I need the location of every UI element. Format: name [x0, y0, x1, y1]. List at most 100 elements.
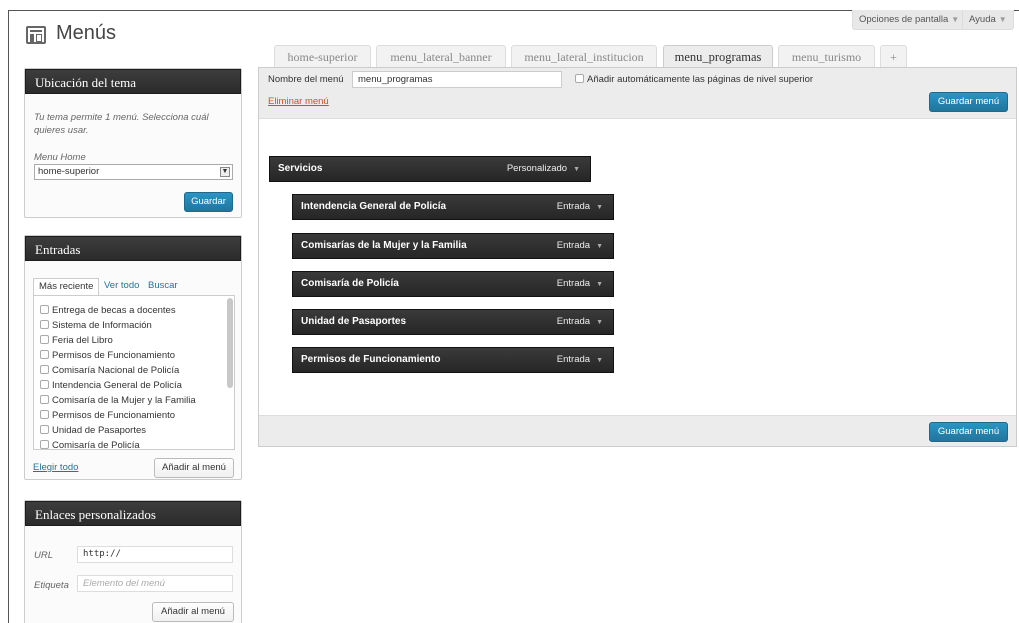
auto-add-checkbox[interactable]	[575, 74, 584, 83]
tab-menu-lateral-institucion[interactable]: menu_lateral_institucion	[511, 45, 657, 68]
menu-item-type-label: Entrada	[556, 240, 591, 251]
list-item-label: Sistema de Información	[52, 320, 152, 331]
menu-item-type-label: Entrada	[556, 354, 591, 365]
menu-item-type[interactable]: Entrada ▼	[557, 195, 603, 220]
checkbox[interactable]	[40, 380, 49, 389]
checkbox[interactable]	[40, 350, 49, 359]
menus-icon	[26, 26, 46, 44]
custom-links-title: Enlaces personalizados	[25, 501, 241, 526]
list-item-label: Comisaría de la Mujer y la Familia	[52, 395, 196, 406]
add-entries-button[interactable]: Añadir al menú	[154, 458, 234, 478]
menu-name-label: Nombre del menú	[268, 74, 344, 85]
list-item-label: Comisaría Nacional de Policía	[52, 365, 180, 376]
menu-item-title: Intendencia General de Policía	[301, 201, 447, 212]
menu-item-type-label: Entrada	[556, 316, 591, 327]
menu-item-type[interactable]: Entrada ▼	[557, 348, 603, 373]
save-location-button[interactable]: Guardar	[184, 192, 233, 212]
menu-name-input[interactable]: menu_programas	[352, 71, 562, 88]
menu-item-type-label: Personalizado	[506, 163, 568, 174]
list-item[interactable]: Sistema de Información	[40, 319, 152, 333]
tab-search[interactable]: Buscar	[143, 278, 183, 296]
chevron-down-icon: ▼	[596, 243, 603, 250]
menu-item-servicios[interactable]: Servicios Personalizado ▼	[269, 156, 591, 182]
menu-footer: Guardar menú	[259, 415, 1016, 446]
add-link-button[interactable]: Añadir al menú	[152, 602, 234, 622]
menu-item-title: Comisaría de Policía	[301, 278, 399, 289]
list-item[interactable]: Permisos de Funcionamiento	[40, 349, 175, 363]
auto-add-label: Añadir automáticamente las páginas de ni…	[587, 74, 814, 85]
list-item[interactable]: Entrega de becas a docentes	[40, 304, 176, 318]
url-input[interactable]: http://	[77, 546, 233, 563]
list-item[interactable]: Unidad de Pasaportes	[40, 424, 146, 438]
select-all-link[interactable]: Elegir todo	[33, 462, 78, 473]
list-item-label: Unidad de Pasaportes	[52, 425, 147, 436]
chevron-down-icon: ▼	[596, 281, 603, 288]
save-menu-button-bottom[interactable]: Guardar menú	[929, 422, 1008, 442]
help-label: Ayuda	[969, 14, 996, 25]
menu-item-comisarias-mujer[interactable]: Comisarías de la Mujer y la Familia Entr…	[292, 233, 614, 259]
list-item-label: Permisos de Funcionamiento	[52, 350, 176, 361]
menu-item-title: Servicios	[278, 163, 323, 174]
save-menu-button[interactable]: Guardar menú	[929, 92, 1008, 112]
help-button[interactable]: Ayuda ▼	[962, 10, 1014, 30]
menu-item-intendencia[interactable]: Intendencia General de Policía Entrada ▼	[292, 194, 614, 220]
link-label-input[interactable]: Elemento del menú	[77, 575, 233, 592]
tab-menu-programas[interactable]: menu_programas	[663, 45, 773, 68]
checkbox[interactable]	[40, 305, 49, 314]
menu-header: Nombre del menú menu_programas Añadir au…	[259, 68, 1016, 119]
menu-item-title: Unidad de Pasaportes	[301, 316, 407, 327]
checkbox[interactable]	[40, 425, 49, 434]
custom-links-box: Enlaces personalizados URL http:// Etiqu…	[24, 500, 242, 623]
menu-editor: Nombre del menú menu_programas Añadir au…	[258, 67, 1017, 447]
page-title: Menús	[56, 22, 117, 44]
list-item-label: Intendencia General de Policía	[52, 380, 182, 391]
list-item[interactable]: Permisos de Funcionamiento	[40, 409, 175, 423]
tab-menu-lateral-banner[interactable]: menu_lateral_banner	[376, 45, 506, 68]
auto-add-option[interactable]: Añadir automáticamente las páginas de ni…	[575, 74, 813, 85]
theme-location-note: Tu tema permite 1 menú. Selecciona cuál …	[34, 112, 209, 136]
add-menu-tab[interactable]: +	[880, 45, 907, 68]
entries-box: Entradas Más reciente Ver todo Buscar En…	[24, 235, 242, 480]
entries-title: Entradas	[25, 236, 241, 261]
menu-item-type-label: Entrada	[556, 201, 591, 212]
tab-menu-turismo[interactable]: menu_turismo	[778, 45, 875, 68]
url-label: URL	[34, 550, 54, 561]
list-item[interactable]: Comisaría de Policía	[40, 439, 140, 450]
link-label-label: Etiqueta	[34, 580, 69, 591]
checkbox[interactable]	[40, 395, 49, 404]
theme-location-box: Ubicación del tema Tu tema permite 1 men…	[24, 68, 242, 218]
list-item[interactable]: Feria del Libro	[40, 334, 113, 348]
theme-location-select[interactable]: home-superior ▼	[34, 164, 233, 180]
list-item[interactable]: Comisaría Nacional de Policía	[40, 364, 179, 378]
menu-item-type[interactable]: Entrada ▼	[557, 272, 603, 297]
list-item[interactable]: Comisaría de la Mujer y la Familia	[40, 394, 196, 408]
menu-item-comisaria-policia[interactable]: Comisaría de Policía Entrada ▼	[292, 271, 614, 297]
chevron-down-icon: ▼	[951, 15, 960, 24]
scrollbar[interactable]	[227, 298, 233, 388]
tab-view-all[interactable]: Ver todo	[99, 278, 144, 296]
menu-item-pasaportes[interactable]: Unidad de Pasaportes Entrada ▼	[292, 309, 614, 335]
checkbox[interactable]	[40, 410, 49, 419]
checkbox[interactable]	[40, 365, 49, 374]
theme-location-title: Ubicación del tema	[25, 69, 241, 94]
list-item-label: Comisaría de Policía	[52, 440, 140, 450]
checkbox[interactable]	[40, 440, 49, 449]
menu-item-permisos[interactable]: Permisos de Funcionamiento Entrada ▼	[292, 347, 614, 373]
chevron-down-icon: ▼	[596, 319, 603, 326]
checkbox[interactable]	[40, 335, 49, 344]
tab-home-superior[interactable]: home-superior	[274, 45, 371, 68]
delete-menu-link[interactable]: Eliminar menú	[268, 96, 329, 107]
entries-checklist: Entrega de becas a docentes Sistema de I…	[33, 295, 235, 450]
menu-item-title: Comisarías de la Mujer y la Familia	[301, 240, 467, 251]
menu-item-type[interactable]: Personalizado ▼	[507, 157, 580, 182]
list-item[interactable]: Intendencia General de Policía	[40, 379, 182, 393]
chevron-down-icon: ▼	[596, 357, 603, 364]
menu-item-type[interactable]: Entrada ▼	[557, 234, 603, 259]
screen-options-label: Opciones de pantalla	[859, 14, 949, 25]
chevron-down-icon: ▼	[998, 15, 1007, 24]
theme-location-selected: home-superior	[38, 166, 100, 177]
checkbox[interactable]	[40, 320, 49, 329]
menu-item-type[interactable]: Entrada ▼	[557, 310, 603, 335]
screen-options-button[interactable]: Opciones de pantalla ▼	[852, 10, 967, 30]
tab-most-recent[interactable]: Más reciente	[33, 278, 100, 296]
